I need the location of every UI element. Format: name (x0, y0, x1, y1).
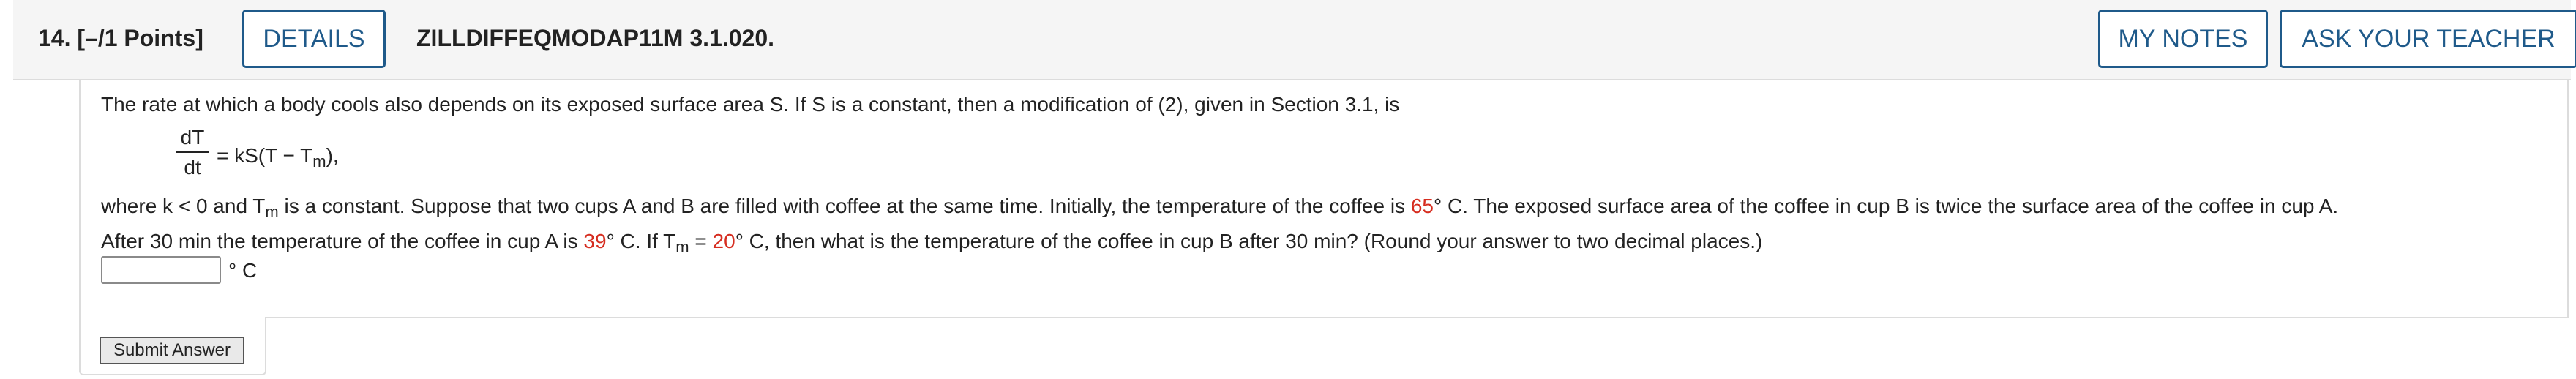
problem-line-1: The rate at which a body cools also depe… (101, 93, 1400, 116)
line3-part-b: is a constant. Suppose that two cups A a… (278, 195, 1411, 217)
formula-rhs-suffix: ), (326, 144, 339, 167)
fraction-denominator: dt (184, 156, 201, 179)
formula-subscript: m (312, 152, 326, 170)
details-button[interactable]: DETAILS (242, 10, 386, 68)
answer-unit: ° C (228, 259, 258, 282)
line3-part-a: where k < 0 and T (101, 195, 266, 217)
question-header: 14. [–/1 Points] DETAILS ZILLDIFFEQMODAP… (13, 0, 2576, 80)
line3-subscript: m (265, 203, 279, 221)
line4-subscript: m (675, 238, 689, 256)
line3-part-c: ° C. The exposed surface area of the cof… (1434, 195, 2339, 217)
line4-part-a: After 30 min the temperature of the coff… (101, 230, 584, 252)
answer-input[interactable] (101, 256, 221, 284)
derivative-fraction: dT dt (176, 126, 209, 179)
fraction-numerator: dT (180, 126, 205, 149)
question-code: ZILLDIFFEQMODAP11M 3.1.020. (416, 25, 774, 51)
line4-part-d: ° C, then what is the temperature of the… (735, 230, 1763, 252)
temperature-after-value: 39 (583, 230, 607, 252)
my-notes-button[interactable]: MY NOTES (2098, 10, 2268, 68)
ask-your-teacher-button[interactable]: ASK YOUR TEACHER (2280, 10, 2576, 68)
formula-rhs-prefix: = kS(T − T (217, 144, 313, 167)
formula-rhs: = kS(T − Tm), (217, 144, 339, 170)
fraction-bar (176, 151, 209, 153)
ambient-temperature-value: 20 (712, 230, 735, 252)
line4-part-c: = (689, 230, 713, 252)
line4-part-b: ° C. If T (606, 230, 676, 252)
submit-answer-button[interactable]: Submit Answer (100, 337, 244, 364)
initial-temperature-value: 65 (1410, 195, 1434, 217)
question-number: 14. [–/1 Points] (38, 25, 203, 51)
problem-line-3: where k < 0 and Tm is a constant. Suppos… (101, 195, 2339, 221)
problem-line-4: After 30 min the temperature of the coff… (101, 230, 1763, 256)
